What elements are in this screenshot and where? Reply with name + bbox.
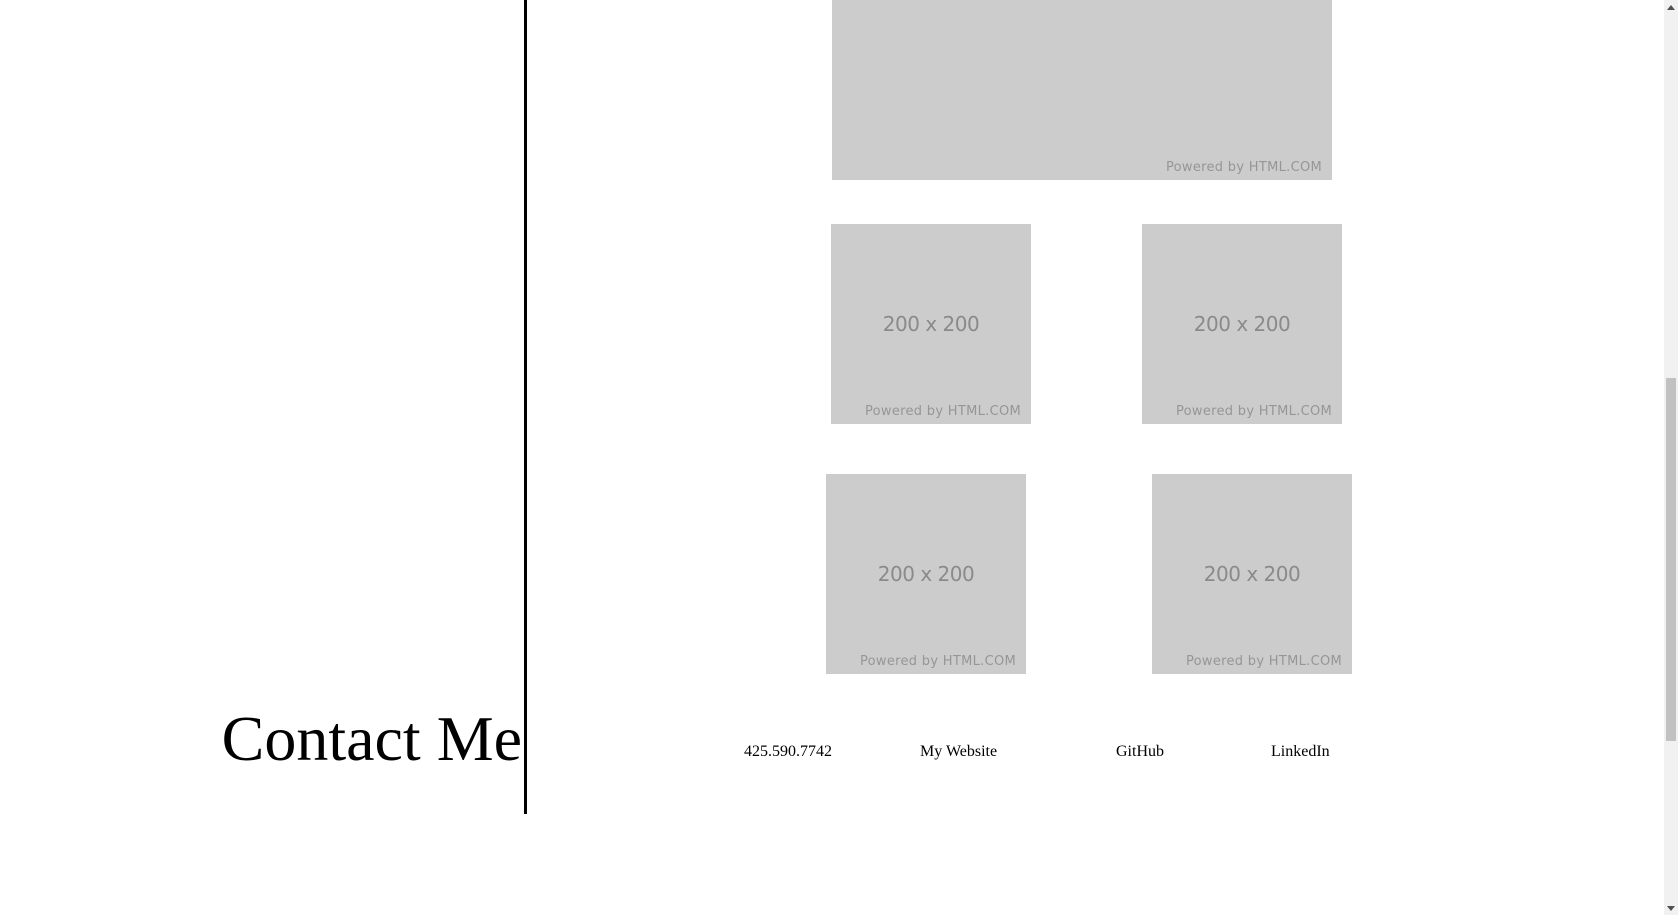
scroll-up-arrow-icon[interactable] [1664,0,1678,14]
banner-image-placeholder: Powered by HTML.COM [832,0,1332,180]
powered-by-label: Powered by HTML.COM [1185,654,1342,669]
website-link[interactable]: My Website [920,742,997,762]
page: Powered by HTML.COM 200 x 200 Powered by… [0,0,1678,915]
powered-by-label: Powered by HTML.COM [1165,160,1322,175]
image-dimensions-label: 200 x 200 [1193,312,1291,336]
powered-by-label: Powered by HTML.COM [864,404,1021,419]
gallery-image-placeholder: 200 x 200 Powered by HTML.COM [831,224,1031,424]
vertical-scrollbar[interactable] [1664,0,1678,915]
powered-by-label: Powered by HTML.COM [1175,404,1332,419]
github-link[interactable]: GitHub [1116,742,1164,762]
image-dimensions-label: 200 x 200 [1203,562,1301,586]
contact-heading: Contact Me [221,703,522,774]
linkedin-link[interactable]: LinkedIn [1271,742,1330,762]
image-dimensions-label: 200 x 200 [877,562,975,586]
powered-by-label: Powered by HTML.COM [859,654,1016,669]
gallery-image-placeholder: 200 x 200 Powered by HTML.COM [1142,224,1342,424]
image-dimensions-label: 200 x 200 [882,312,980,336]
gallery-image-placeholder: 200 x 200 Powered by HTML.COM [1152,474,1352,674]
phone-link[interactable]: 425.590.7742 [744,742,832,762]
scrollbar-thumb[interactable] [1666,378,1676,741]
vertical-divider [524,0,527,814]
gallery-image-placeholder: 200 x 200 Powered by HTML.COM [826,474,1026,674]
scroll-down-arrow-icon[interactable] [1664,901,1678,915]
